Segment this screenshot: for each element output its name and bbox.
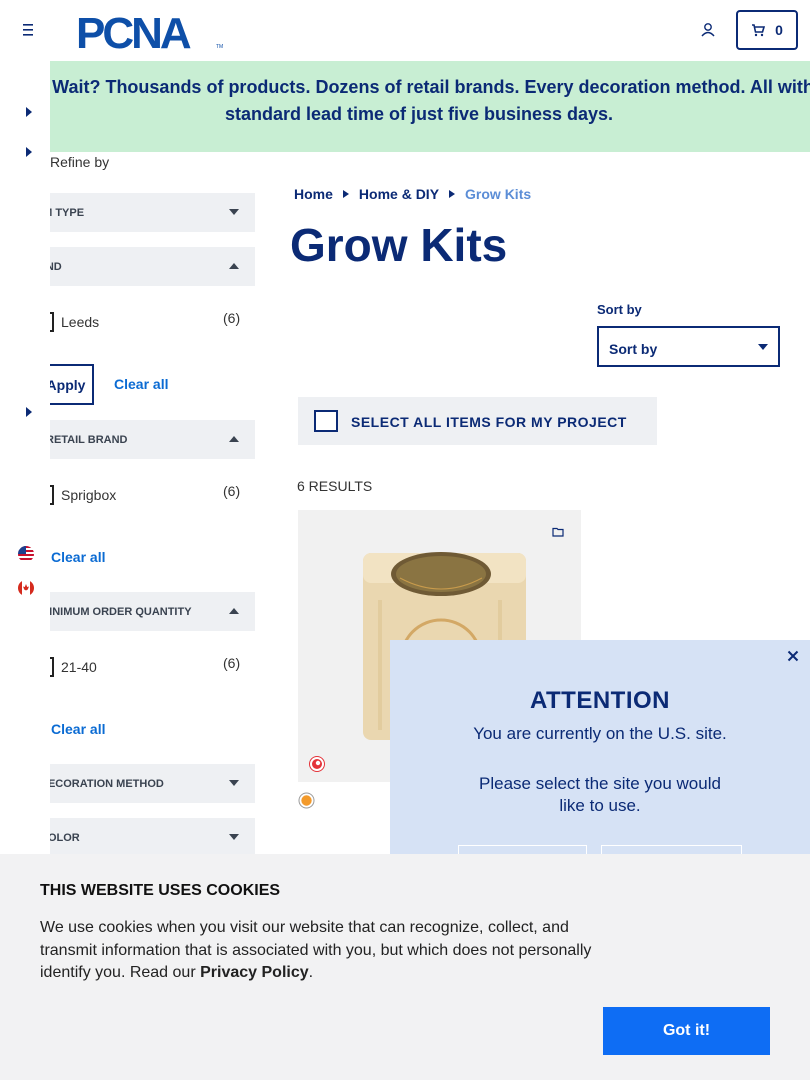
site-header: PCNA TM 0: [0, 0, 810, 61]
promo-banner: Why Wait? Thousands of products. Dozens …: [0, 61, 810, 152]
facet-item-type[interactable]: ITEM TYPE: [26, 193, 255, 232]
modal-title: ATTENTION: [529, 687, 671, 714]
chevron-right-icon[interactable]: [24, 146, 34, 158]
chevron-up-icon: [229, 608, 239, 614]
cookie-banner: THIS WEBSITE USES COOKIES We use cookies…: [0, 854, 810, 1080]
breadcrumb-current: Grow Kits: [465, 186, 532, 202]
canada-site-button[interactable]: [601, 845, 742, 854]
refine-by-label: Refine by: [50, 154, 110, 170]
close-icon[interactable]: [787, 650, 799, 662]
chevron-down-icon: [229, 780, 239, 786]
chevron-up-icon: [229, 436, 239, 442]
cookie-text: We use cookies when you visit our websit…: [40, 919, 592, 981]
cart-button[interactable]: 0: [736, 10, 798, 50]
facet-color[interactable]: COLOR: [40, 818, 255, 857]
page-title: Grow Kits: [290, 219, 508, 271]
facet-decoration-method[interactable]: DECORATION METHOD: [40, 764, 255, 803]
sort-select[interactable]: Sort by: [597, 326, 780, 367]
us-flag-icon[interactable]: [18, 546, 34, 562]
sort-label: Sort by: [597, 302, 642, 317]
folder-icon[interactable]: [552, 526, 564, 538]
chevron-right-icon[interactable]: [24, 406, 34, 418]
breadcrumb: Home Home & DIY Grow Kits: [294, 186, 531, 202]
chevron-down-icon: [758, 344, 768, 350]
select-all-items[interactable]: SELECT ALL ITEMS FOR MY PROJECT: [298, 397, 657, 445]
breadcrumb-home[interactable]: Home: [294, 186, 333, 202]
facet-minimum-order-quantity[interactable]: MINIMUM ORDER QUANTITY: [40, 592, 255, 631]
color-swatch-red[interactable]: [309, 756, 325, 772]
facet-brand[interactable]: BRAND: [22, 247, 255, 286]
breadcrumb-home-diy[interactable]: Home & DIY: [359, 186, 439, 202]
chevron-down-icon: [229, 209, 239, 215]
clear-all-brand-link[interactable]: Clear all: [114, 376, 168, 392]
clear-all-moq-link[interactable]: Clear all: [51, 721, 105, 737]
account-icon[interactable]: [698, 20, 718, 40]
promo-banner-text: Why Wait? Thousands of products. Dozens …: [9, 77, 810, 124]
chevron-down-icon: [229, 834, 239, 840]
chevron-up-icon: [229, 263, 239, 269]
cart-count: 0: [775, 22, 783, 38]
svg-text:TM: TM: [216, 44, 223, 50]
cart-icon: [752, 24, 766, 37]
chevron-right-icon[interactable]: [24, 106, 34, 118]
color-swatch-orange[interactable]: [298, 792, 315, 809]
select-all-label: SELECT ALL ITEMS FOR MY PROJECT: [351, 414, 627, 430]
svg-text:PCNA: PCNA: [76, 10, 191, 52]
facet-retail-brand[interactable]: RETAIL BRAND: [46, 420, 255, 459]
cookie-title: THIS WEBSITE USES COOKIES: [40, 882, 281, 899]
privacy-policy-link[interactable]: Privacy Policy: [200, 964, 309, 981]
filter-option-sprigbox[interactable]: Sprigbox (6): [44, 483, 250, 509]
pcna-logo[interactable]: PCNA TM: [76, 10, 224, 52]
filter-option-21-40[interactable]: 21-40 (6): [44, 655, 250, 681]
modal-question: Please select the site you would like to…: [479, 774, 721, 815]
us-site-button[interactable]: [458, 845, 587, 854]
results-count: 6 RESULTS: [297, 478, 373, 494]
filter-option-leeds[interactable]: Leeds (6): [44, 310, 250, 336]
hamburger-menu-icon[interactable]: [18, 20, 38, 40]
clear-all-retail-brand-link[interactable]: Clear all: [51, 549, 105, 565]
modal-message: You are currently on the U.S. site.: [473, 724, 727, 743]
sort-selected-value: Sort by: [609, 341, 658, 357]
chevron-right-icon: [449, 190, 456, 198]
chevron-right-icon: [342, 190, 349, 198]
got-it-button[interactable]: Got it!: [603, 1007, 770, 1055]
select-all-checkbox[interactable]: [314, 410, 338, 432]
side-nav: [0, 61, 50, 854]
canada-flag-icon[interactable]: [18, 580, 34, 596]
site-select-modal: ATTENTION You are currently on the U.S. …: [390, 640, 810, 854]
